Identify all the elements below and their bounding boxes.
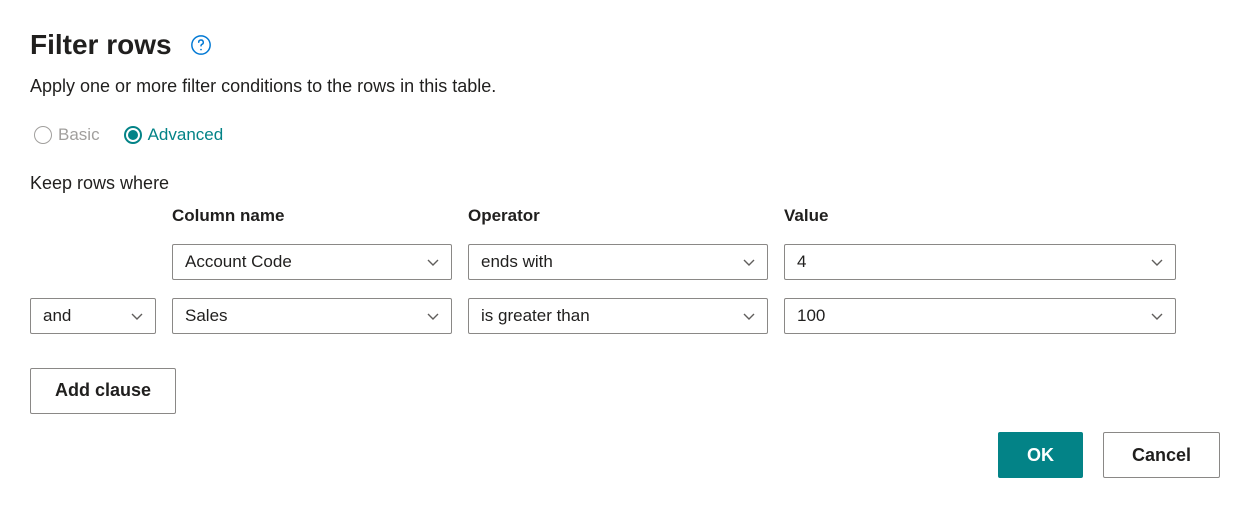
mode-advanced-label: Advanced <box>148 125 224 145</box>
cancel-button[interactable]: Cancel <box>1103 432 1220 478</box>
header-operator: Operator <box>468 206 768 226</box>
help-icon[interactable] <box>190 34 212 56</box>
chevron-down-icon <box>1149 254 1165 270</box>
clause-1-value-value: 4 <box>797 252 806 272</box>
clause-2-conjunction-value: and <box>43 306 71 326</box>
chevron-down-icon <box>425 254 441 270</box>
clause-2-operator-select[interactable]: is greater than <box>468 298 768 334</box>
chevron-down-icon <box>425 308 441 324</box>
keep-rows-label: Keep rows where <box>30 173 1220 194</box>
clause-2-operator-value: is greater than <box>481 306 590 326</box>
mode-basic-label: Basic <box>58 125 100 145</box>
clause-1-operator-value: ends with <box>481 252 553 272</box>
ok-button[interactable]: OK <box>998 432 1083 478</box>
chevron-down-icon <box>741 308 757 324</box>
clause-2-conjunction-select[interactable]: and <box>30 298 156 334</box>
page-title: Filter rows <box>30 28 172 62</box>
clause-1-operator-select[interactable]: ends with <box>468 244 768 280</box>
clause-2-column-value: Sales <box>185 306 228 326</box>
page-subtitle: Apply one or more filter conditions to t… <box>30 76 1220 97</box>
chevron-down-icon <box>741 254 757 270</box>
clause-2-column-select[interactable]: Sales <box>172 298 452 334</box>
clause-2-value-value: 100 <box>797 306 825 326</box>
mode-basic-radio[interactable]: Basic <box>34 125 100 145</box>
header-value: Value <box>784 206 1176 226</box>
clause-2-value-select[interactable]: 100 <box>784 298 1176 334</box>
chevron-down-icon <box>1149 308 1165 324</box>
header-column-name: Column name <box>172 206 452 226</box>
clause-1-column-value: Account Code <box>185 252 292 272</box>
add-clause-button[interactable]: Add clause <box>30 368 176 414</box>
chevron-down-icon <box>129 308 145 324</box>
radio-checked-icon <box>124 126 142 144</box>
radio-icon <box>34 126 52 144</box>
clause-1-column-select[interactable]: Account Code <box>172 244 452 280</box>
clause-1-value-select[interactable]: 4 <box>784 244 1176 280</box>
mode-advanced-radio[interactable]: Advanced <box>124 125 224 145</box>
